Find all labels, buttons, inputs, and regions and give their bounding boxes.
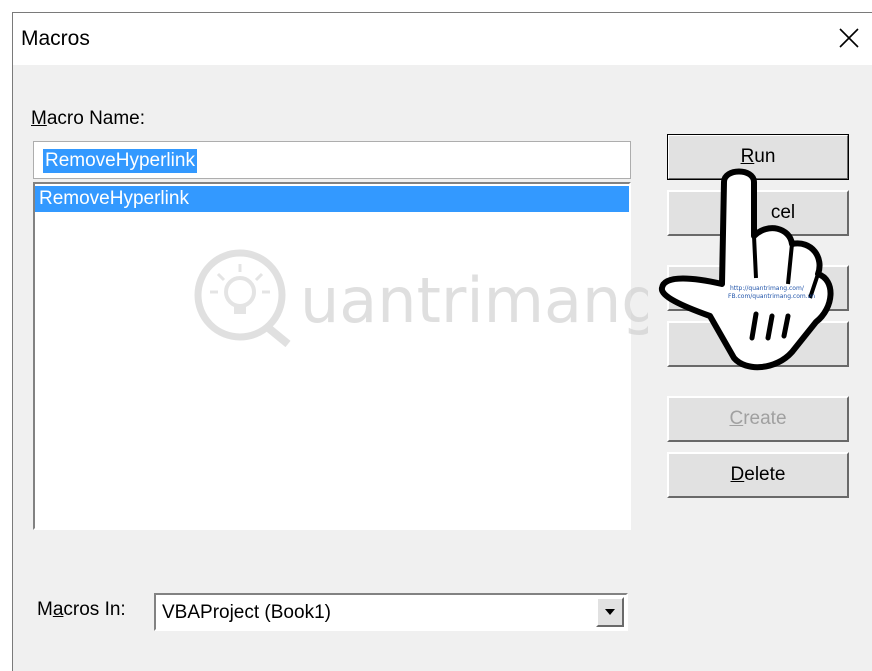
step-into-button[interactable] — [667, 265, 849, 311]
title-bar: Macros — [13, 13, 872, 65]
close-button[interactable] — [826, 13, 872, 63]
dropdown-button[interactable] — [596, 597, 624, 627]
macros-in-value: VBAProject (Book1) — [162, 602, 331, 623]
run-button-label: Run — [740, 146, 776, 167]
cancel-button[interactable]: cel — [667, 190, 849, 236]
run-button[interactable]: Run — [667, 134, 849, 180]
edit-button[interactable] — [667, 321, 849, 367]
delete-button-label: Delete — [730, 464, 786, 485]
macro-list[interactable]: RemoveHyperlink — [33, 182, 631, 530]
macro-name-label: Macro Name: — [31, 108, 146, 129]
window-title: Macros — [21, 27, 90, 50]
cancel-button-label: cel — [770, 202, 796, 223]
create-button: Create — [667, 396, 849, 442]
macros-in-label: Macros In: — [37, 599, 126, 620]
close-icon — [839, 28, 859, 48]
macros-in-select[interactable]: VBAProject (Book1) — [154, 593, 628, 631]
list-item[interactable]: RemoveHyperlink — [35, 186, 629, 212]
macro-name-value: RemoveHyperlink — [43, 149, 197, 173]
create-button-label: Create — [729, 408, 787, 429]
dropdown-arrow-icon — [605, 609, 615, 615]
macros-dialog: Macros Macro Name: RemoveHyperlink Remov… — [12, 12, 872, 671]
macro-name-input[interactable]: RemoveHyperlink — [33, 141, 631, 179]
delete-button[interactable]: Delete — [667, 452, 849, 498]
